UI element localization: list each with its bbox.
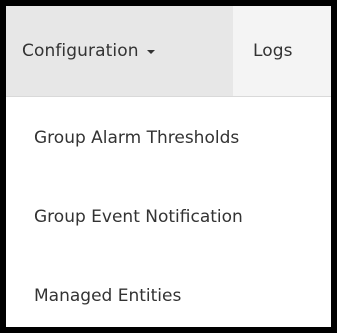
caret-down-icon [146, 50, 155, 54]
nav-configuration-label: Configuration [22, 41, 139, 61]
top-nav: Configuration Logs [6, 6, 331, 96]
menu-item-label: Group Event Notification [34, 206, 243, 227]
menu-item-group-event-notification[interactable]: Group Event Notification [6, 178, 331, 255]
window-frame: Configuration Logs Group Alarm Threshold… [0, 0, 337, 333]
menu-item-managed-entities[interactable]: Managed Entities [6, 257, 331, 327]
nav-configuration-dropdown[interactable]: Configuration [6, 6, 233, 96]
menu-item-label: Managed Entities [34, 285, 182, 306]
menu-item-label: Group Alarm Thresholds [34, 127, 240, 148]
nav-logs[interactable]: Logs [233, 6, 331, 96]
configuration-dropdown-menu: Group Alarm Thresholds Group Event Notif… [6, 96, 331, 327]
menu-item-group-alarm-thresholds[interactable]: Group Alarm Thresholds [6, 99, 331, 176]
nav-logs-label: Logs [253, 41, 293, 61]
